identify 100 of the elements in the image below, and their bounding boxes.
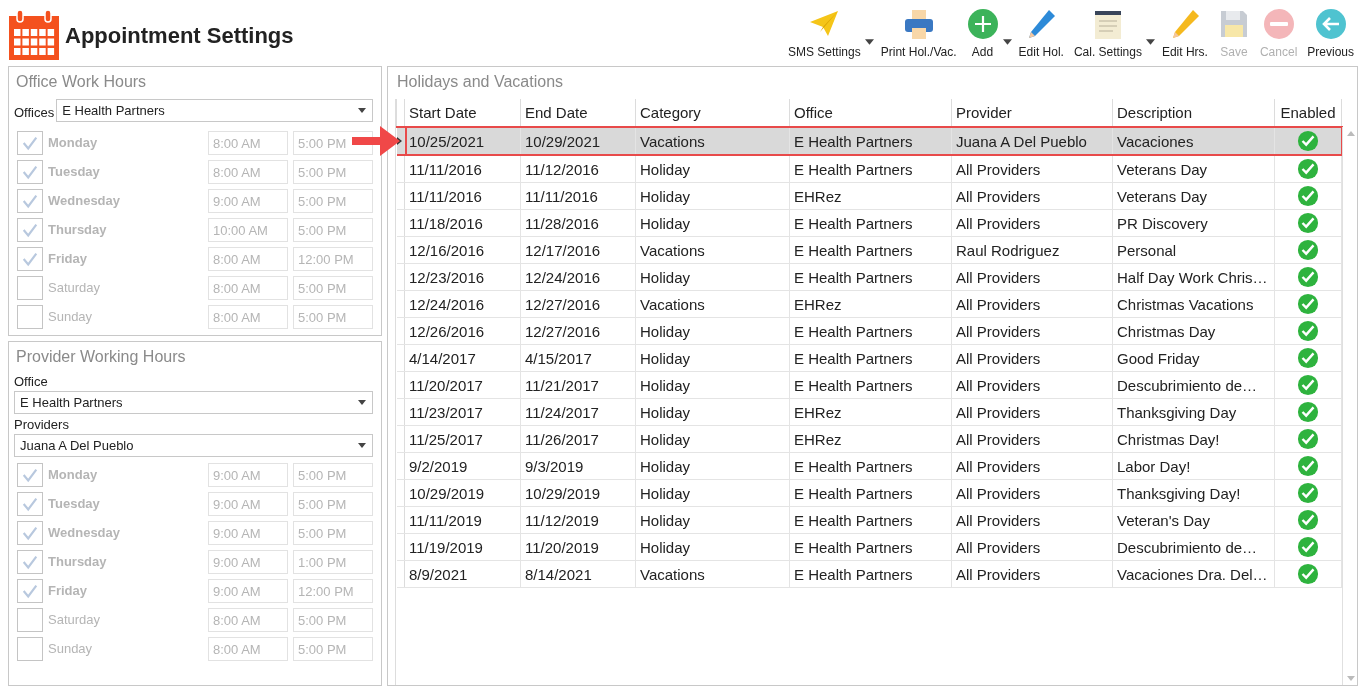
table-cell: 11/11/2019	[404, 506, 521, 534]
day-label: Friday	[48, 583, 88, 598]
checkbox[interactable]	[17, 275, 43, 300]
caret-icon[interactable]	[864, 38, 874, 45]
provider-dropdown[interactable]: Juana A Del Pueblo	[14, 434, 373, 457]
checkbox[interactable]	[17, 520, 43, 545]
table-cell: All Providers	[951, 371, 1113, 399]
table-cell: Veteran's Day	[1112, 506, 1275, 534]
table-row[interactable]: 11/11/2016 11/11/2016 Holiday EHRez All Providers Veterans Day	[396, 182, 1342, 210]
checkbox[interactable]	[17, 246, 43, 271]
table-cell: All Providers	[951, 533, 1113, 561]
table-cell: Thanksgiving Day!	[1112, 479, 1275, 507]
table-cell: Holiday	[635, 533, 790, 561]
table-row[interactable]: 11/19/2019 11/20/2019 Holiday E Health Partners All Providers Descubrimiento de…	[396, 533, 1342, 561]
caret-icon	[358, 400, 366, 405]
checkbox[interactable]	[17, 636, 43, 661]
table-row[interactable]: 12/23/2016 12/24/2016 Holiday E Health Partners All Providers Half Day Work Chris…	[396, 263, 1342, 291]
caret-icon[interactable]	[1002, 38, 1012, 45]
table-cell: 11/12/2019	[520, 506, 636, 534]
checkbox[interactable]	[17, 549, 43, 574]
checkbox[interactable]	[17, 304, 43, 329]
day-label: Thursday	[48, 222, 108, 237]
table-cell: Vacations	[635, 127, 790, 155]
table-cell: Christmas Day	[1112, 317, 1275, 345]
table-cell: Vacations	[635, 560, 790, 588]
table-cell: 9/2/2019	[404, 452, 521, 480]
table-cell: Veterans Day	[1112, 155, 1275, 183]
checkbox[interactable]	[17, 188, 43, 213]
toolbar-button[interactable]: SMS Settings	[785, 7, 864, 59]
table-row[interactable]: 11/20/2017 11/21/2017 Holiday E Health Partners All Providers Descubrimiento de…	[396, 371, 1342, 399]
table-cell: 12/24/2016	[520, 263, 636, 291]
table-cell: Holiday	[635, 479, 790, 507]
checkbox[interactable]	[17, 130, 43, 155]
table-cell: All Providers	[951, 263, 1113, 291]
table-cell: Holiday	[635, 452, 790, 480]
table-cell: Juana A Del Pueblo	[951, 127, 1113, 155]
checkbox[interactable]	[17, 578, 43, 603]
checkbox[interactable]	[17, 159, 43, 184]
table-row[interactable]: 11/25/2017 11/26/2017 Holiday EHRez All Providers Christmas Day!	[396, 425, 1342, 453]
minus-circle-icon	[1262, 7, 1295, 40]
toolbar-button[interactable]: Edit Hol.	[1015, 7, 1067, 59]
table-row[interactable]: 12/24/2016 12/27/2016 Vacations EHRez All Providers Christmas Vacations	[396, 290, 1342, 318]
table-row[interactable]: 11/11/2016 11/12/2016 Holiday E Health Partners All Providers Veterans Day	[396, 155, 1342, 183]
table-cell: E Health Partners	[789, 155, 952, 183]
table-cell: Holiday	[635, 209, 790, 237]
table-cell: 12/23/2016	[404, 263, 521, 291]
table-cell: 4/15/2017	[520, 344, 636, 372]
checkbox[interactable]	[17, 462, 43, 487]
day-label: Wednesday	[48, 525, 121, 540]
table-cell: 11/11/2016	[404, 182, 521, 210]
office-dropdown[interactable]: E Health Partners	[56, 99, 373, 122]
scrollbar[interactable]	[1342, 127, 1358, 685]
table-row[interactable]: 10/25/2021 10/29/2021 Vacations E Health Partners Juana A Del Pueblo Vacaciones	[396, 127, 1342, 155]
table-row[interactable]: 12/16/2016 12/17/2016 Vacations E Health Partners Raul Rodriguez Personal	[396, 236, 1342, 264]
table-cell: 10/29/2019	[520, 479, 636, 507]
table-cell: 11/11/2016	[520, 182, 636, 210]
caret-icon	[358, 443, 366, 448]
checkbox[interactable]	[17, 217, 43, 242]
table-cell: 12/16/2016	[404, 236, 521, 264]
table-row[interactable]: 10/29/2019 10/29/2019 Holiday E Health Partners All Providers Thanksgiving Day!	[396, 479, 1342, 507]
checkbox[interactable]	[17, 607, 43, 632]
table-cell: Christmas Vacations	[1112, 290, 1275, 318]
toolbar-button[interactable]: Cal. Settings	[1070, 7, 1145, 59]
table-cell: Descubrimiento de…	[1112, 533, 1275, 561]
table-cell: All Providers	[951, 155, 1113, 183]
table-cell: EHRez	[789, 182, 952, 210]
office-dropdown[interactable]: E Health Partners	[14, 391, 373, 414]
table-cell: EHRez	[789, 398, 952, 426]
table-cell: 11/28/2016	[520, 209, 636, 237]
table-cell: Vacaciones	[1112, 127, 1275, 155]
table-row[interactable]: 8/9/2021 8/14/2021 Vacations E Health Partners All Providers Vacaciones Dra. Del…	[396, 560, 1342, 588]
field-label: Office	[14, 374, 49, 389]
table-cell: E Health Partners	[789, 533, 952, 561]
scroll-up-icon[interactable]	[1346, 131, 1355, 136]
table-row[interactable]: 12/26/2016 12/27/2016 Holiday E Health Partners All Providers Christmas Day	[396, 317, 1342, 345]
table-row[interactable]: 11/23/2017 11/24/2017 Holiday EHRez All Providers Thanksgiving Day	[396, 398, 1342, 426]
toolbar-button[interactable]: Previous	[1304, 7, 1357, 59]
day-label: Sunday	[48, 641, 94, 656]
checkbox[interactable]	[17, 491, 43, 516]
table-cell: 12/27/2016	[520, 317, 636, 345]
table-cell: Good Friday	[1112, 344, 1275, 372]
table-row[interactable]: 4/14/2017 4/15/2017 Holiday E Health Partners All Providers Good Friday	[396, 344, 1342, 372]
table-cell: All Providers	[951, 560, 1113, 588]
window-title: Appointment Settings	[65, 23, 294, 49]
table-cell: E Health Partners	[789, 479, 952, 507]
table-cell: E Health Partners	[789, 344, 952, 372]
table-cell: 8/9/2021	[404, 560, 521, 588]
plus-icon	[966, 7, 999, 40]
panel-title: Office Work Hours	[15, 73, 148, 91]
table-cell: 9/3/2019	[520, 452, 636, 480]
caret-icon[interactable]	[1145, 38, 1155, 45]
toolbar-button[interactable]: Edit Hrs.	[1158, 7, 1211, 59]
table-cell: E Health Partners	[789, 506, 952, 534]
toolbar-button[interactable]: Add	[963, 7, 1002, 59]
scroll-down-icon[interactable]	[1346, 676, 1355, 681]
table-row[interactable]: 9/2/2019 9/3/2019 Holiday E Health Partners All Providers Labor Day!	[396, 452, 1342, 480]
toolbar-button[interactable]: Print Hol./Vac.	[877, 7, 960, 59]
table-row[interactable]: 11/18/2016 11/28/2016 Holiday E Health Partners All Providers PR Discovery	[396, 209, 1342, 237]
annotation-arrow	[350, 124, 402, 158]
table-row[interactable]: 11/11/2019 11/12/2019 Holiday E Health Partners All Providers Veteran's Day	[396, 506, 1342, 534]
